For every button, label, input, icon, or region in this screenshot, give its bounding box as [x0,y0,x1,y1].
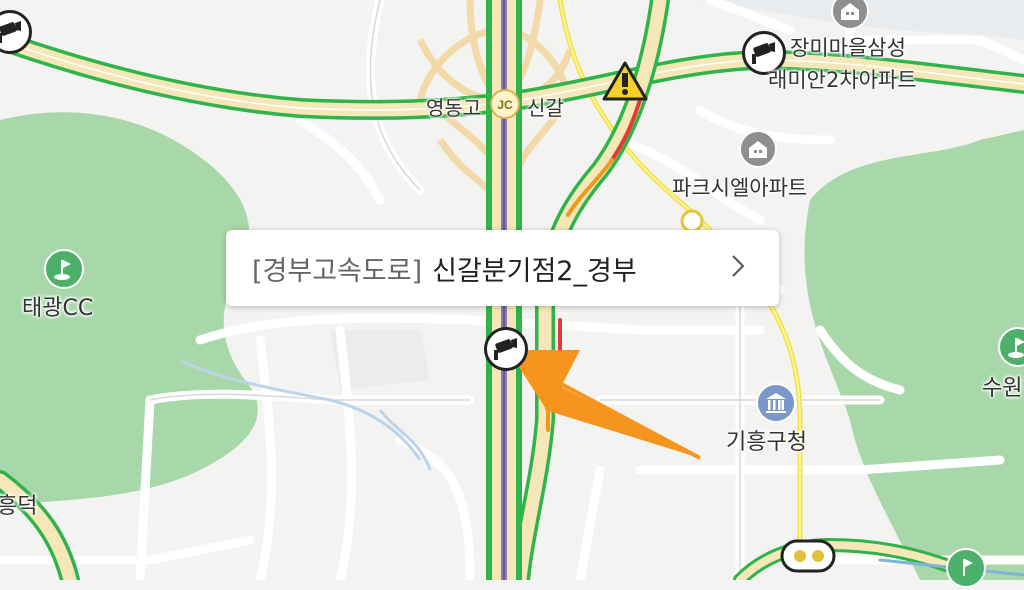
place-label: 수원 [982,376,1023,401]
apartment-icon[interactable] [831,0,869,30]
junction-label-right: 신갈 [527,96,564,120]
apartment-label: 래미안2차아파트 [768,68,917,92]
popup-road-prefix: [경부고속도로] [252,255,423,287]
place-label: 흥덕 [0,494,38,519]
cctv-info-popup[interactable]: [경부고속도로] 신갈분기점2_경부 [226,230,779,306]
apartment-label: 장미마을삼성 [790,36,906,60]
cctv-camera-icon[interactable] [484,327,528,371]
district-office-label: 기흥구청 [726,430,807,455]
cctv-camera-icon[interactable] [0,10,32,54]
traffic-light-icon [780,539,836,573]
golf-icon[interactable] [998,327,1024,367]
junction-label-left: 영동고 [426,96,482,120]
popup-cctv-name: 신갈분기점2_경부 [432,255,637,287]
chevron-right-icon[interactable] [731,252,745,280]
golf-icon[interactable] [44,249,84,289]
road-node-icon [680,209,704,233]
junction-badge-text: JC [497,98,513,112]
government-icon[interactable] [756,383,796,423]
apartment-icon[interactable] [739,130,777,168]
golf-label: 태광CC [22,296,94,321]
golf-icon[interactable] [946,548,986,588]
apartment-label: 파크시엘아파트 [672,176,808,200]
